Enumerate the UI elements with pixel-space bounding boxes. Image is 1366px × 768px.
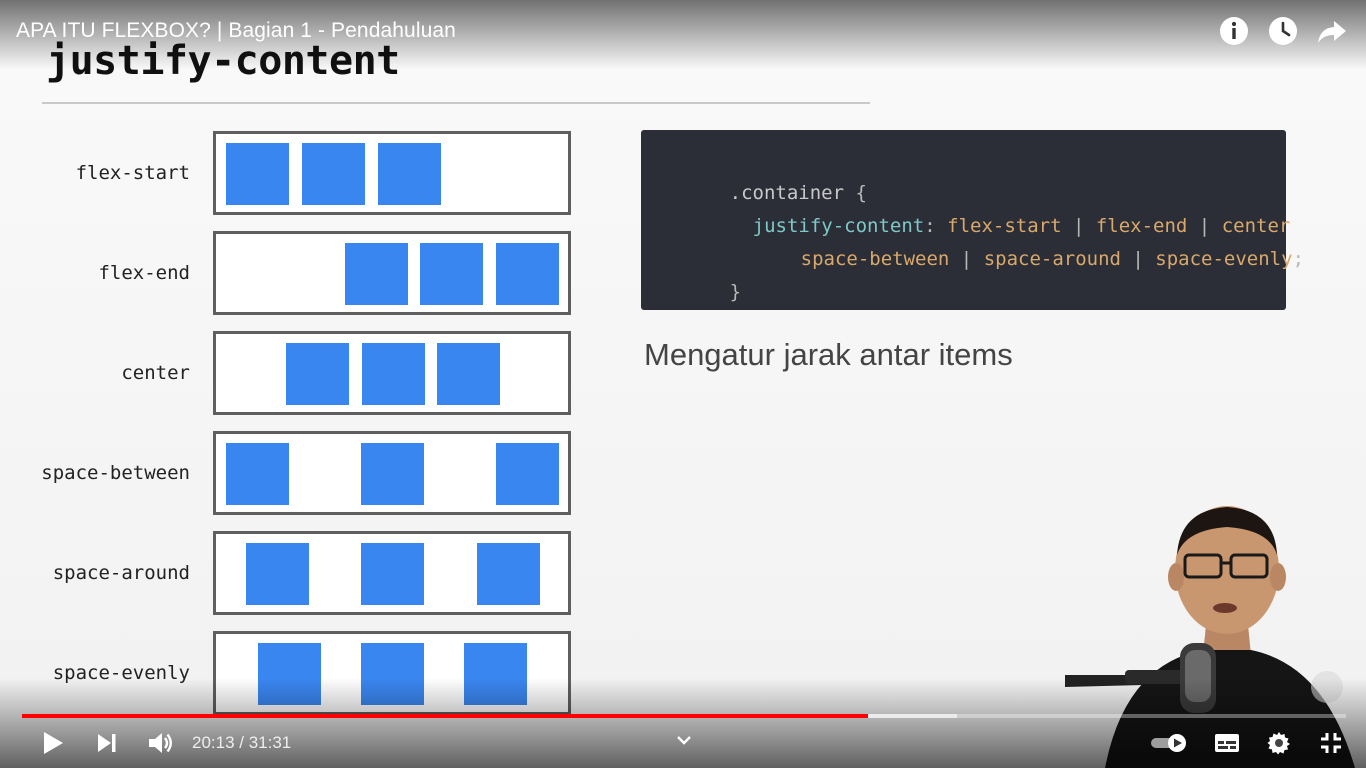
slide-description: Mengatur jarak antar items bbox=[644, 337, 1013, 372]
code-brace-close: } bbox=[729, 281, 742, 303]
next-button[interactable] bbox=[90, 727, 124, 759]
code-value: space-between bbox=[800, 248, 950, 270]
flex-item bbox=[496, 443, 559, 505]
info-icon[interactable] bbox=[1218, 15, 1250, 47]
volume-button[interactable] bbox=[144, 727, 178, 759]
flex-container bbox=[213, 331, 571, 415]
time-display: 20:13 / 31:31 bbox=[192, 733, 291, 753]
chevron-down-icon[interactable] bbox=[672, 728, 696, 752]
flex-container bbox=[213, 531, 571, 615]
code-block: .container { justify-content: flex-start… bbox=[641, 130, 1304, 310]
flex-item bbox=[361, 443, 424, 505]
play-button[interactable] bbox=[36, 727, 70, 759]
demo-label: center bbox=[121, 362, 190, 384]
flex-item bbox=[286, 343, 349, 405]
slide: justify-content flex-startflex-endcenter… bbox=[0, 0, 1366, 768]
time-separator: / bbox=[234, 733, 249, 752]
flex-item bbox=[496, 243, 559, 305]
code-separator: | bbox=[1120, 248, 1156, 270]
settings-icon bbox=[1267, 732, 1290, 755]
code-value: space-around bbox=[983, 248, 1121, 270]
flex-item bbox=[302, 143, 365, 205]
demo-label: space-between bbox=[41, 462, 190, 484]
flex-item bbox=[226, 143, 289, 205]
autoplay-toggle[interactable] bbox=[1148, 727, 1192, 759]
flex-item bbox=[345, 243, 408, 305]
flex-container bbox=[213, 131, 571, 215]
time-current: 20:13 bbox=[192, 733, 235, 752]
flex-item bbox=[361, 543, 424, 605]
flex-item bbox=[378, 143, 441, 205]
left-controls: 20:13 / 31:31 bbox=[36, 727, 291, 759]
volume-icon bbox=[149, 733, 172, 753]
flex-item bbox=[420, 243, 483, 305]
right-controls bbox=[1148, 727, 1348, 759]
autoplay-toggle-icon bbox=[1151, 734, 1186, 752]
code-separator: | bbox=[949, 248, 984, 270]
watch-later-icon[interactable] bbox=[1267, 15, 1299, 47]
top-controls bbox=[1218, 15, 1348, 47]
justify-demo-row: flex-start bbox=[0, 131, 580, 215]
demo-label: flex-start bbox=[75, 162, 190, 184]
demo-label: space-around bbox=[52, 562, 190, 584]
heading-divider bbox=[42, 102, 870, 104]
code-line-4: } bbox=[661, 259, 741, 325]
progress-played bbox=[22, 714, 868, 718]
video-title[interactable]: APA ITU FLEXBOX? | Bagian 1 - Pendahulua… bbox=[16, 19, 456, 43]
exit-fullscreen-icon bbox=[1321, 733, 1341, 753]
justify-demo-row: flex-end bbox=[0, 231, 580, 315]
progress-bar[interactable] bbox=[22, 714, 1346, 718]
subtitles-button[interactable] bbox=[1210, 727, 1244, 759]
share-icon[interactable] bbox=[1316, 15, 1348, 47]
skip-next-icon bbox=[98, 734, 116, 752]
flex-item bbox=[437, 343, 500, 405]
time-total: 31:31 bbox=[248, 733, 292, 752]
demo-label: flex-end bbox=[98, 262, 190, 284]
exit-fullscreen-button[interactable] bbox=[1314, 727, 1348, 759]
subtitles-icon bbox=[1215, 734, 1239, 752]
flex-item bbox=[226, 443, 289, 505]
flex-item bbox=[246, 543, 309, 605]
play-icon bbox=[44, 732, 63, 754]
justify-demo-row: space-around bbox=[0, 531, 580, 615]
code-line-3: space-between | space-around | space-eve… bbox=[732, 226, 1304, 292]
justify-demo-row: space-between bbox=[0, 431, 580, 515]
flex-container bbox=[213, 231, 571, 315]
justify-demo-row: center bbox=[0, 331, 580, 415]
flex-item bbox=[362, 343, 425, 405]
settings-button[interactable] bbox=[1262, 727, 1296, 759]
code-value: space-evenly bbox=[1155, 248, 1293, 270]
code-semicolon: ; bbox=[1292, 248, 1305, 270]
flex-item bbox=[477, 543, 540, 605]
flex-container bbox=[213, 431, 571, 515]
